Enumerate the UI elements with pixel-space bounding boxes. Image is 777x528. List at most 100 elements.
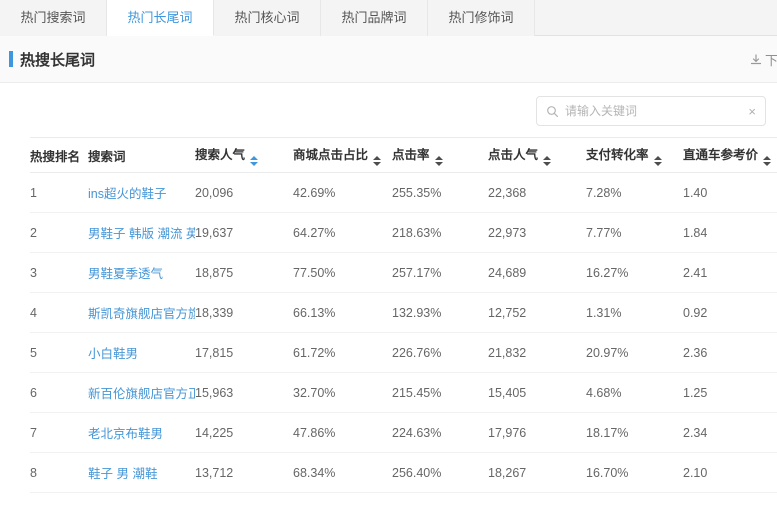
- tab-hot-core-words[interactable]: 热门核心词: [214, 0, 321, 36]
- cell-keyword-link[interactable]: 老北京布鞋男: [88, 413, 195, 453]
- cell-pay-conversion: 16.27%: [586, 253, 683, 293]
- table-row: 5 小白鞋男 17,815 61.72% 226.76% 21,832 20.9…: [30, 333, 777, 373]
- section-header: 热搜长尾词 下载: [0, 36, 777, 83]
- cell-ztc-ref-price: 1.40: [683, 173, 777, 213]
- cell-click-popularity: 22,368: [488, 173, 586, 213]
- cell-ztc-ref-price: 1.25: [683, 373, 777, 413]
- cell-search-popularity: 19,637: [195, 213, 293, 253]
- cell-search-popularity: 20,096: [195, 173, 293, 213]
- cell-click-rate: 255.35%: [392, 173, 488, 213]
- cell-mall-click-ratio: 66.13%: [293, 293, 392, 333]
- cell-ztc-ref-price: 2.10: [683, 453, 777, 493]
- cell-rank: 1: [30, 173, 88, 213]
- col-header-keyword: 搜索词: [88, 138, 195, 173]
- cell-rank: 8: [30, 453, 88, 493]
- longtail-keywords-table: 热搜排名 搜索词 搜索人气 商城点击占比 点击率 点击人气 支付转化率 直通车参…: [30, 137, 777, 493]
- cell-click-popularity: 15,405: [488, 373, 586, 413]
- cell-search-popularity: 15,963: [195, 373, 293, 413]
- col-header-click-popularity[interactable]: 点击人气: [488, 138, 586, 173]
- page-title: 热搜长尾词: [20, 49, 95, 70]
- cell-pay-conversion: 7.77%: [586, 213, 683, 253]
- table-row: 8 鞋子 男 潮鞋 13,712 68.34% 256.40% 18,267 1…: [30, 453, 777, 493]
- clear-search-icon[interactable]: ×: [744, 104, 765, 119]
- cell-click-rate: 218.63%: [392, 213, 488, 253]
- cell-rank: 5: [30, 333, 88, 373]
- cell-pay-conversion: 4.68%: [586, 373, 683, 413]
- sort-icon-search-popularity[interactable]: [250, 156, 258, 166]
- cell-search-popularity: 18,875: [195, 253, 293, 293]
- cell-mall-click-ratio: 61.72%: [293, 333, 392, 373]
- cell-click-popularity: 24,689: [488, 253, 586, 293]
- toolbar: ×: [0, 83, 777, 137]
- cell-keyword-link[interactable]: 小白鞋男: [88, 333, 195, 373]
- cell-click-rate: 224.63%: [392, 413, 488, 453]
- cell-click-rate: 226.76%: [392, 333, 488, 373]
- cell-click-popularity: 17,976: [488, 413, 586, 453]
- cell-keyword-link[interactable]: 新百伦旗舰店官方正品: [88, 373, 195, 413]
- cell-mall-click-ratio: 42.69%: [293, 173, 392, 213]
- col-header-pay-conversion[interactable]: 支付转化率: [586, 138, 683, 173]
- cell-rank: 7: [30, 413, 88, 453]
- table-row: 6 新百伦旗舰店官方正品 15,963 32.70% 215.45% 15,40…: [30, 373, 777, 413]
- cell-click-popularity: 12,752: [488, 293, 586, 333]
- tab-bar: 热门搜索词 热门长尾词 热门核心词 热门品牌词 热门修饰词: [0, 0, 777, 36]
- cell-mall-click-ratio: 32.70%: [293, 373, 392, 413]
- cell-keyword-link[interactable]: 男鞋夏季透气: [88, 253, 195, 293]
- download-label: 下载: [765, 50, 777, 69]
- cell-pay-conversion: 7.28%: [586, 173, 683, 213]
- cell-ztc-ref-price: 2.41: [683, 253, 777, 293]
- cell-pay-conversion: 20.97%: [586, 333, 683, 373]
- cell-click-rate: 257.17%: [392, 253, 488, 293]
- cell-click-popularity: 22,973: [488, 213, 586, 253]
- cell-pay-conversion: 1.31%: [586, 293, 683, 333]
- cell-mall-click-ratio: 47.86%: [293, 413, 392, 453]
- tab-hot-longtail-words[interactable]: 热门长尾词: [107, 0, 214, 36]
- col-header-search-popularity[interactable]: 搜索人气: [195, 138, 293, 173]
- cell-keyword-link[interactable]: ins超火的鞋子: [88, 173, 195, 213]
- cell-rank: 6: [30, 373, 88, 413]
- cell-pay-conversion: 16.70%: [586, 453, 683, 493]
- cell-search-popularity: 13,712: [195, 453, 293, 493]
- cell-keyword-link[interactable]: 鞋子 男 潮鞋: [88, 453, 195, 493]
- col-header-ztc-ref-price[interactable]: 直通车参考价: [683, 138, 777, 173]
- sort-icon-click-rate[interactable]: [435, 156, 443, 166]
- cell-rank: 2: [30, 213, 88, 253]
- col-header-rank: 热搜排名: [30, 138, 88, 173]
- tab-hot-brand-words[interactable]: 热门品牌词: [321, 0, 428, 36]
- cell-ztc-ref-price: 1.84: [683, 213, 777, 253]
- table-row: 4 斯凯奇旗舰店官方旗舰 18,339 66.13% 132.93% 12,75…: [30, 293, 777, 333]
- table-row: 2 男鞋子 韩版 潮流 英... 19,637 64.27% 218.63% 2…: [30, 213, 777, 253]
- cell-ztc-ref-price: 2.36: [683, 333, 777, 373]
- col-header-mall-click-ratio[interactable]: 商城点击占比: [293, 138, 392, 173]
- cell-pay-conversion: 18.17%: [586, 413, 683, 453]
- cell-search-popularity: 17,815: [195, 333, 293, 373]
- cell-click-popularity: 18,267: [488, 453, 586, 493]
- table-header-row: 热搜排名 搜索词 搜索人气 商城点击占比 点击率 点击人气 支付转化率 直通车参…: [30, 138, 777, 173]
- table-row: 3 男鞋夏季透气 18,875 77.50% 257.17% 24,689 16…: [30, 253, 777, 293]
- table-body: 1 ins超火的鞋子 20,096 42.69% 255.35% 22,368 …: [30, 173, 777, 493]
- title-accent-bar: [9, 51, 13, 67]
- cell-click-rate: 256.40%: [392, 453, 488, 493]
- search-input[interactable]: [565, 104, 744, 118]
- download-button[interactable]: 下载: [750, 50, 777, 69]
- search-icon: [546, 105, 559, 118]
- cell-keyword-link[interactable]: 斯凯奇旗舰店官方旗舰: [88, 293, 195, 333]
- cell-click-rate: 215.45%: [392, 373, 488, 413]
- cell-mall-click-ratio: 64.27%: [293, 213, 392, 253]
- cell-click-rate: 132.93%: [392, 293, 488, 333]
- cell-keyword-link[interactable]: 男鞋子 韩版 潮流 英...: [88, 213, 195, 253]
- cell-search-popularity: 18,339: [195, 293, 293, 333]
- sort-icon-ztc-ref-price[interactable]: [763, 156, 771, 166]
- cell-search-popularity: 14,225: [195, 413, 293, 453]
- sort-icon-click-popularity[interactable]: [543, 156, 551, 166]
- keyword-search-box: ×: [536, 96, 766, 126]
- cell-ztc-ref-price: 0.92: [683, 293, 777, 333]
- tab-hot-modifier-words[interactable]: 热门修饰词: [428, 0, 535, 36]
- cell-ztc-ref-price: 2.34: [683, 413, 777, 453]
- cell-mall-click-ratio: 77.50%: [293, 253, 392, 293]
- table-row: 1 ins超火的鞋子 20,096 42.69% 255.35% 22,368 …: [30, 173, 777, 213]
- sort-icon-pay-conversion[interactable]: [654, 156, 662, 166]
- sort-icon-mall-click-ratio[interactable]: [373, 156, 381, 166]
- tab-hot-search-words[interactable]: 热门搜索词: [0, 0, 107, 36]
- col-header-click-rate[interactable]: 点击率: [392, 138, 488, 173]
